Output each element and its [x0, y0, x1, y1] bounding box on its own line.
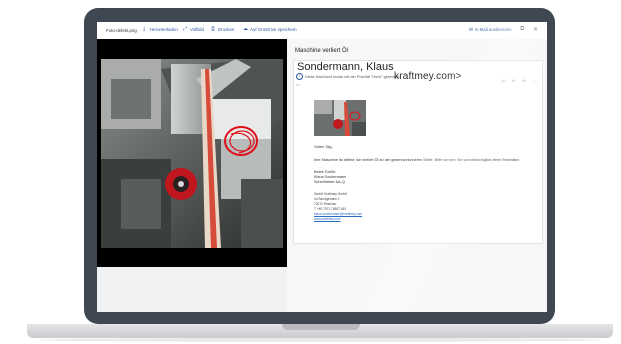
print-label: Drucken: [218, 27, 235, 32]
signature-web-link[interactable]: www.kraftmey.com: [314, 217, 341, 221]
fullscreen-icon: ⤢: [183, 26, 188, 32]
hide-email-label: E-Mail ausblenden: [475, 27, 512, 32]
onedrive-label: Auf OneDrive speichern: [250, 27, 297, 32]
download-button[interactable]: ⤓ Herunterladen: [143, 26, 178, 33]
signature-email-link[interactable]: klaus.sondermann@kraftmey.com: [314, 212, 362, 216]
info-icon: i: [296, 73, 303, 80]
recipient-line: An:: [296, 83, 301, 87]
laptop-notch: [282, 324, 360, 330]
onedrive-button[interactable]: ☁ Auf OneDrive speichern: [243, 26, 297, 33]
forward-icon[interactable]: ↷: [522, 79, 526, 85]
reply-actions: ↶ ↶ ↷ ⋯: [501, 79, 537, 85]
image-preview-pane: [97, 39, 287, 267]
popout-icon[interactable]: ⧉: [520, 26, 524, 33]
sender-address: kraftmey.com>: [394, 71, 462, 82]
fullscreen-button[interactable]: ⤢ Vollbild: [183, 26, 204, 33]
signature-street: Im Sandgewann 1: [314, 197, 340, 201]
attachment-toolbar: Foto-defekt.png ⤓ Herunterladen ⤢ Vollbi…: [97, 22, 547, 40]
greeting: Guten Tag,: [314, 145, 333, 149]
email-subject: Maschine verliert Öl: [295, 48, 349, 54]
signature-city: 72072 Hirschau: [314, 202, 337, 206]
close-icon[interactable]: ✕: [533, 26, 538, 33]
signature-role: Schichtleiter AA-Q: [314, 180, 345, 184]
sender-name[interactable]: Sondermann, Klaus: [297, 61, 394, 73]
download-label: Herunterladen: [150, 27, 178, 32]
body-text: Ihre Maschine ist defekt; sie verliert Ö…: [314, 158, 520, 162]
cloud-icon: ☁: [243, 26, 248, 32]
fullscreen-label: Vollbild: [190, 27, 204, 32]
print-button[interactable]: ⎙ Drucken: [211, 26, 235, 33]
more-icon[interactable]: ⋯: [532, 79, 537, 85]
priority-info: i Diese Nachricht wurde mit der Prioritä…: [296, 73, 400, 80]
signature-company: GmbH Kraftmey GmbH: [314, 192, 347, 196]
email-card: Sondermann, Klaus kraftmey.com> i Diese …: [293, 60, 543, 244]
priority-info-text: Diese Nachricht wurde mit der Priorität …: [305, 74, 401, 79]
print-icon: ⎙: [211, 26, 216, 32]
screen: Foto-defekt.png ⤓ Herunterladen ⤢ Vollbi…: [97, 22, 547, 312]
signature-phone: T +49 7071 78607 461: [314, 207, 347, 211]
reading-pane: Maschine verliert Öl Sondermann, Klaus k…: [287, 39, 547, 312]
attachment-thumbnail[interactable]: [314, 100, 366, 136]
reply-icon[interactable]: ↶: [501, 79, 505, 85]
download-icon: ⤓: [143, 26, 146, 32]
machine-photo: [101, 59, 283, 248]
file-name: Foto-defekt.png: [106, 28, 137, 33]
hide-email-button[interactable]: ✉ E-Mail ausblenden: [469, 27, 512, 33]
laptop-shadow: [40, 338, 600, 342]
reply-all-icon[interactable]: ↶: [512, 79, 516, 85]
mail-icon: ✉: [469, 27, 474, 33]
